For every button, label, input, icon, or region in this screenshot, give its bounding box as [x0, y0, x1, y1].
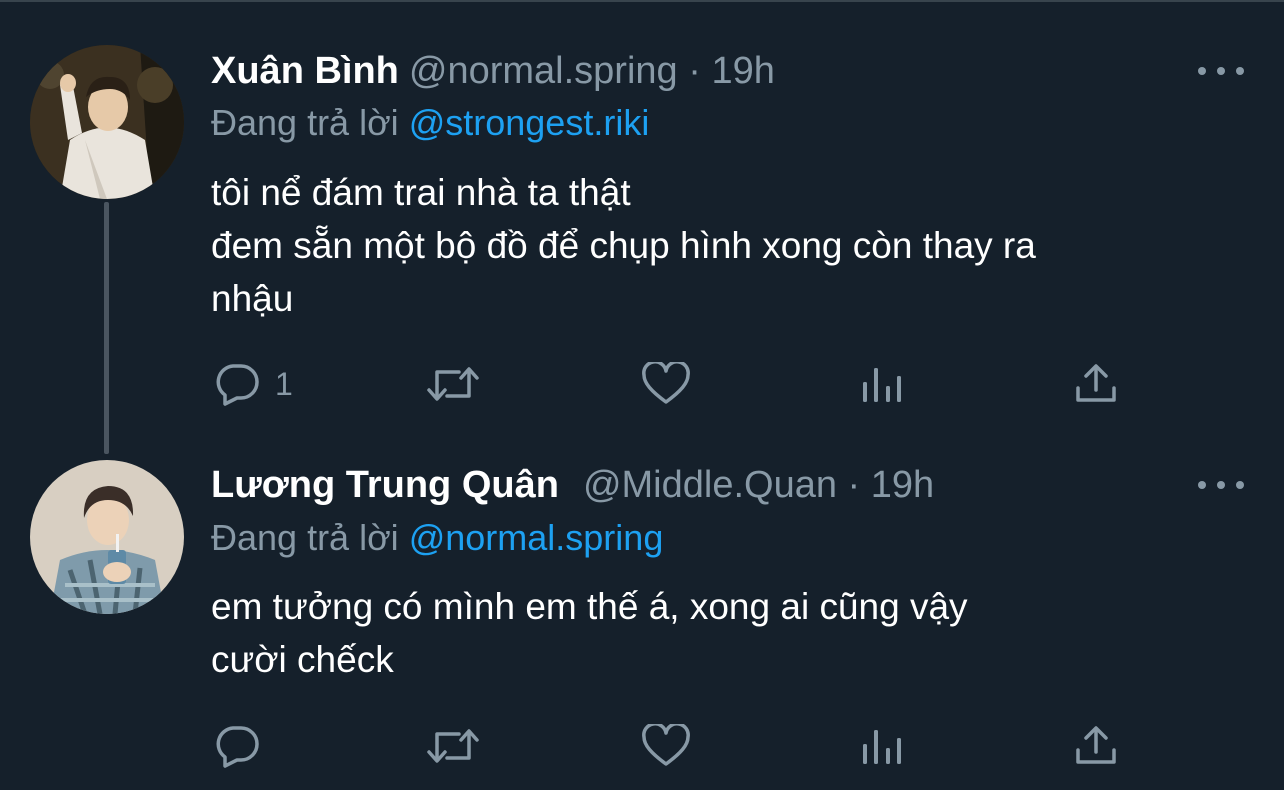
display-name[interactable]: Xuân Bình	[211, 50, 399, 92]
like-button[interactable]	[641, 724, 691, 768]
replying-to: Đang trả lời @strongest.riki	[211, 101, 649, 145]
share-icon	[1076, 364, 1116, 402]
user-handle[interactable]: @Middle.Quan	[583, 464, 837, 506]
reply-icon	[216, 364, 259, 406]
mention-link[interactable]: @normal.spring	[409, 517, 664, 558]
tweet-text-line: cười chếck	[211, 639, 394, 680]
analytics-icon	[863, 368, 901, 402]
reply-button[interactable]	[213, 724, 275, 768]
retweet-button[interactable]	[425, 724, 481, 768]
tweet[interactable]: Lương Trung Quân @Middle.Quan · 19h Đang …	[0, 440, 1284, 790]
separator-dot: ·	[847, 464, 861, 506]
replying-prefix: Đang trả lời	[211, 102, 399, 143]
tweet-header: Xuân Bình @normal.spring · 19h	[211, 46, 775, 96]
person-avatar-patterned-shirt-icon	[30, 460, 184, 614]
analytics-button[interactable]	[860, 724, 904, 768]
tweet-text-line: tôi nể đám trai nhà ta thật	[211, 172, 631, 213]
retweet-icon	[427, 367, 479, 401]
retweet-icon	[427, 729, 479, 763]
reply-button[interactable]: 1	[213, 362, 293, 406]
more-options-icon[interactable]	[1198, 56, 1244, 86]
tweet-text: em tưởng có mình em thế á, xong ai cũng …	[211, 580, 1251, 686]
display-name[interactable]: Lương Trung Quân	[211, 464, 559, 506]
tweet-text-line: nhậu	[211, 278, 294, 319]
mention-link[interactable]: @strongest.riki	[409, 102, 650, 143]
retweet-button[interactable]	[425, 362, 481, 406]
more-options-icon[interactable]	[1198, 470, 1244, 500]
share-icon	[1076, 726, 1116, 764]
reply-icon	[216, 726, 259, 768]
reply-count: 1	[275, 365, 293, 402]
like-icon	[642, 724, 690, 766]
tweet-text-line: đem sẵn một bộ đồ để chụp hình xong còn …	[211, 225, 1036, 266]
analytics-icon	[863, 730, 901, 764]
person-avatar-white-shirt-icon	[30, 45, 184, 199]
tweet-header: Lương Trung Quân @Middle.Quan · 19h	[211, 460, 934, 510]
analytics-button[interactable]	[860, 362, 904, 406]
avatar[interactable]	[30, 45, 184, 199]
tweet[interactable]: Xuân Bình @normal.spring · 19h Đang trả l…	[0, 0, 1284, 440]
avatar[interactable]	[30, 460, 184, 614]
replying-prefix: Đang trả lời	[211, 517, 399, 558]
timestamp[interactable]: 19h	[871, 464, 934, 506]
user-handle[interactable]: @normal.spring	[409, 50, 678, 92]
like-button[interactable]	[641, 362, 691, 406]
tweet-text: tôi nể đám trai nhà ta thật đem sẵn một …	[211, 166, 1251, 325]
timestamp[interactable]: 19h	[711, 50, 774, 92]
replying-to: Đang trả lời @normal.spring	[211, 516, 663, 560]
share-button[interactable]	[1074, 724, 1118, 768]
tweet-text-line: em tưởng có mình em thế á, xong ai cũng …	[211, 586, 968, 627]
share-button[interactable]	[1074, 362, 1118, 406]
like-icon	[642, 362, 690, 404]
separator-dot: ·	[688, 50, 701, 92]
